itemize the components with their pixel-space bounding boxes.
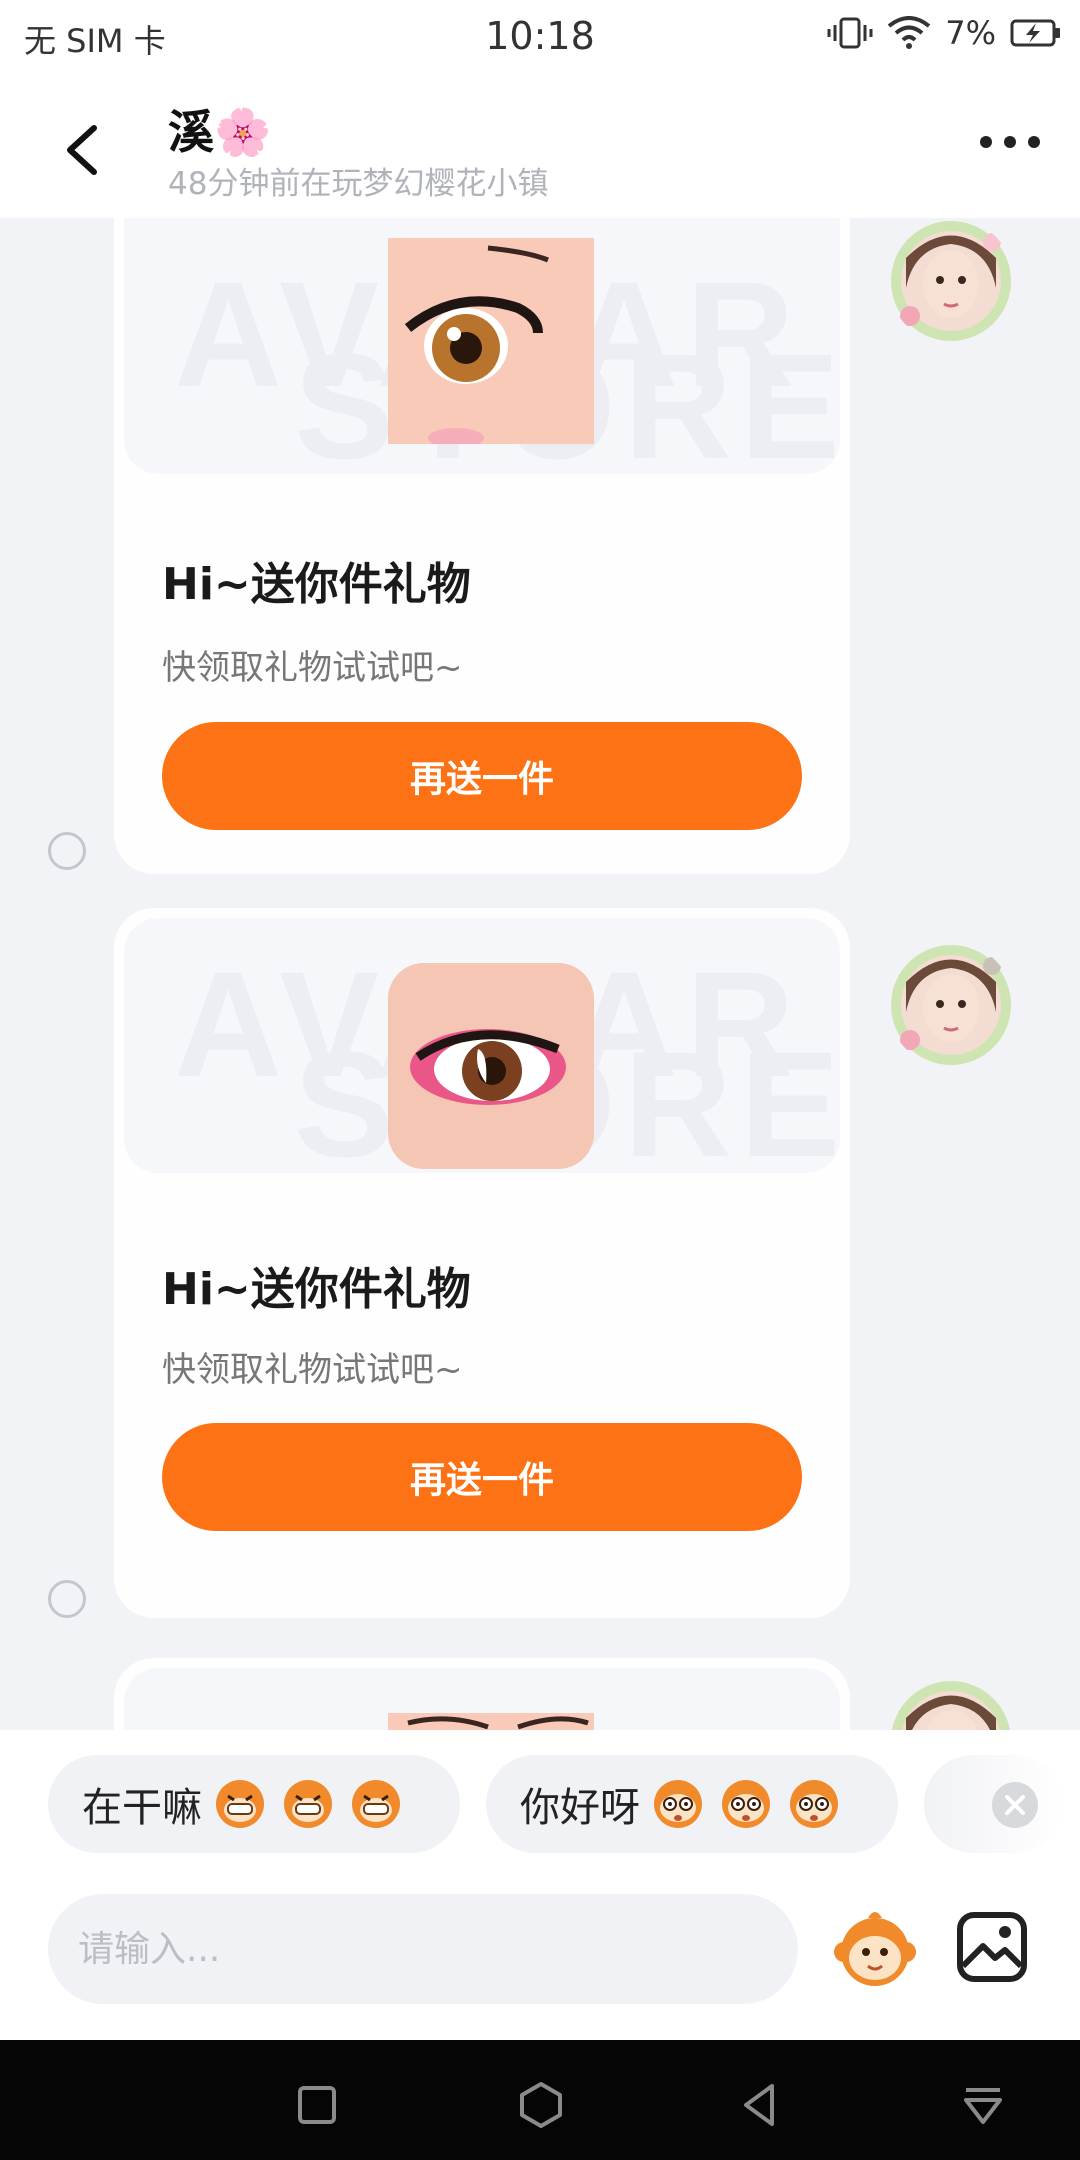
gift-image-area: [124, 1668, 840, 1730]
gift-image-area: AVATAR STORE: [124, 218, 840, 474]
eye-gift-icon: [388, 1713, 594, 1730]
contact-name: 溪🌸: [168, 105, 272, 159]
message-input[interactable]: [48, 1894, 798, 2004]
message-select-radio[interactable]: [48, 1580, 86, 1618]
message-select-radio[interactable]: [48, 832, 86, 870]
input-panel: 在干嘛 你好呀: [0, 1730, 1080, 2040]
recent-apps-icon[interactable]: [292, 2080, 342, 2130]
avatar[interactable]: [888, 218, 1014, 344]
monkey-emoji-icon: [834, 1912, 916, 1986]
gift-title: Hi~送你件礼物: [162, 559, 471, 610]
close-icon: [1005, 1795, 1025, 1815]
more-dots-icon: [980, 136, 992, 148]
avatar[interactable]: [888, 942, 1014, 1068]
chat-message-list[interactable]: AVATAR STORE Hi~送你件礼物 快领取礼物试试吧~ 再送一件: [0, 218, 1080, 1730]
battery-charging-icon: [1010, 19, 1060, 47]
image-icon: [957, 1912, 1027, 1982]
hide-nav-icon[interactable]: [958, 2080, 1008, 2130]
avatar[interactable]: [888, 1678, 1014, 1730]
vibrate-icon: [827, 17, 873, 49]
gift-message-card[interactable]: AVATAR STORE Hi~送你件礼物 快领取礼物试试吧~ 再送一件: [114, 218, 850, 874]
emoji-button[interactable]: [830, 1902, 920, 1992]
home-icon[interactable]: [516, 2080, 566, 2130]
quick-reply-label: 你好呀: [520, 1785, 640, 1831]
gift-message-card[interactable]: AVATAR STORE Hi~送你件礼物 快领取礼物试试吧~ 再送一件: [114, 908, 850, 1618]
chat-header: 溪🌸 48分钟前在玩梦幻樱花小镇: [0, 76, 1080, 218]
grinning-monkey-icon: [216, 1780, 400, 1828]
eye-gift-icon: [388, 963, 594, 1169]
gift-description: 快领取礼物试试吧~: [162, 648, 463, 688]
quick-reply-label: 在干嘛: [82, 1785, 202, 1831]
quick-reply-chip[interactable]: 你好呀: [486, 1755, 898, 1853]
eye-gift-icon: [388, 238, 594, 444]
gift-title: Hi~送你件礼物: [162, 1264, 471, 1315]
image-button[interactable]: [955, 1910, 1029, 1984]
gift-image-area: AVATAR STORE: [124, 918, 840, 1173]
send-again-button[interactable]: 再送一件: [162, 722, 802, 830]
more-options-button[interactable]: [980, 136, 1040, 148]
status-icons: 7%: [827, 14, 1062, 52]
wide-eyed-monkey-icon: [654, 1780, 838, 1828]
contact-status: 48分钟前在玩梦幻樱花小镇: [168, 166, 549, 202]
back-nav-icon[interactable]: [736, 2080, 786, 2130]
back-button[interactable]: [50, 110, 120, 190]
gift-description: 快领取礼物试试吧~: [162, 1350, 463, 1390]
wifi-icon: [887, 16, 931, 49]
send-again-button[interactable]: 再送一件: [162, 1423, 802, 1531]
status-bar: 无 SIM 卡 10:18 7%: [0, 0, 1080, 76]
close-quick-replies-button[interactable]: [992, 1782, 1038, 1828]
battery-percent: 7%: [945, 14, 996, 52]
system-navigation-bar: [0, 2040, 1080, 2160]
gift-message-card[interactable]: [114, 1658, 850, 1730]
back-arrow-icon: [67, 125, 97, 175]
quick-reply-chip[interactable]: 在干嘛: [48, 1755, 460, 1853]
